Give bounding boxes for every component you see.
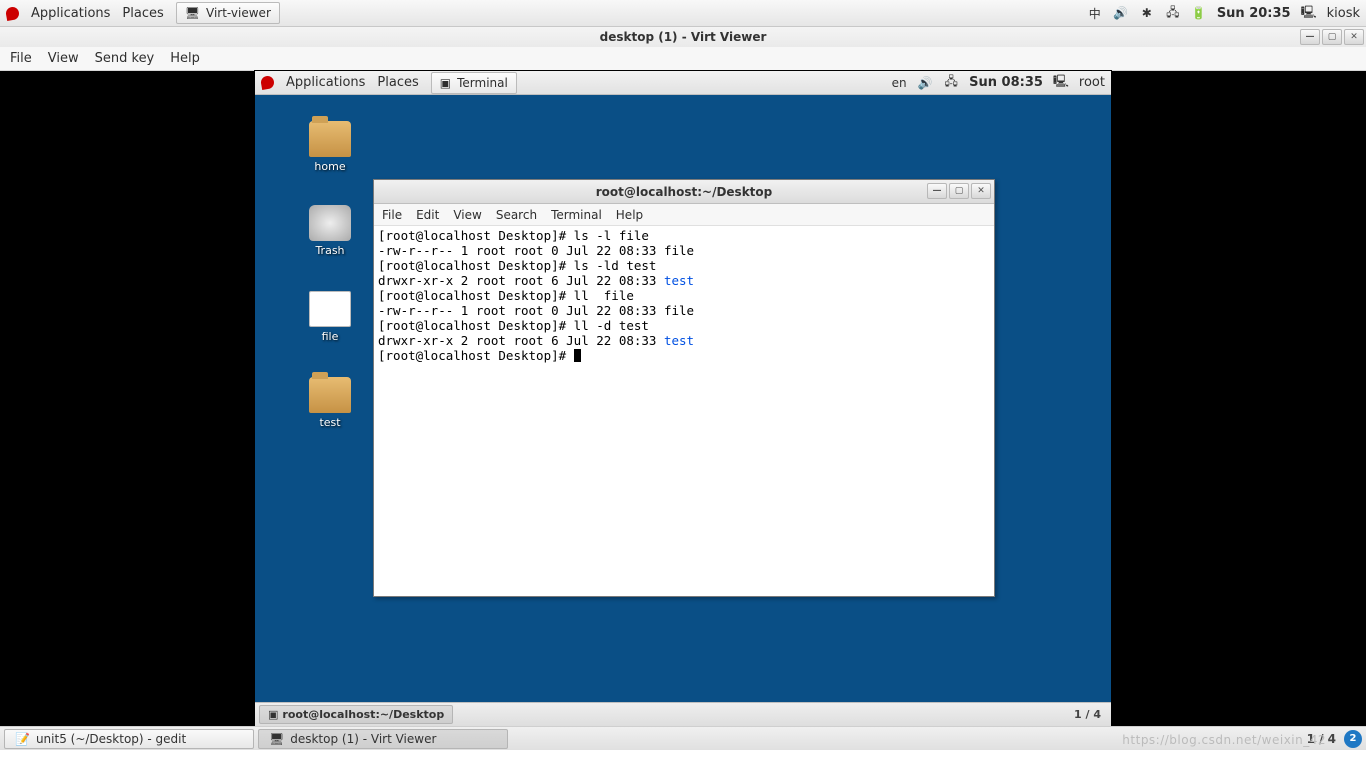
guest-viewport: Applications Places ▣ Terminal en 🔊 🖧 Su… (0, 71, 1366, 726)
guest-user-icon: 🖳 (1053, 75, 1069, 91)
guest-pager[interactable]: 1 / 4 (1074, 708, 1107, 721)
terminal-title: root@localhost:~/Desktop (596, 185, 773, 199)
user-icon: 🖳 (1301, 5, 1317, 21)
terminal-titlebar[interactable]: root@localhost:~/Desktop — ▢ ✕ (374, 180, 994, 204)
user-menu[interactable]: kiosk (1327, 6, 1360, 21)
vv-menu-help[interactable]: Help (170, 51, 200, 66)
host-top-panel: Applications Places 🖥 Virt-viewer 中 🔊 ✱ … (0, 0, 1366, 27)
vv-window-title: desktop (1) - Virt Viewer (600, 30, 767, 44)
vv-menu-view[interactable]: View (48, 51, 79, 66)
host-pager[interactable]: 1 / 4 (1307, 732, 1340, 746)
terminal-icon: ▣ (440, 76, 451, 90)
file-icon (309, 291, 351, 327)
terminal-window[interactable]: root@localhost:~/Desktop — ▢ ✕ File Edit… (373, 179, 995, 597)
guest-redhat-icon (260, 75, 275, 90)
desktop-icon-file[interactable]: file (300, 291, 360, 343)
guest-body[interactable]: home Trash file test root@localhost:~/De… (255, 95, 1111, 702)
guest-lang-indicator[interactable]: en (891, 75, 907, 91)
virt-viewer-icon: 🖥 (185, 6, 200, 20)
volume-icon[interactable]: 🔊 (1113, 5, 1129, 21)
guest-desktop[interactable]: Applications Places ▣ Terminal en 🔊 🖧 Su… (255, 71, 1111, 726)
icon-label: file (300, 330, 360, 343)
guest-active-app[interactable]: ▣ Terminal (431, 72, 517, 94)
icon-label: home (300, 160, 360, 173)
host-task-label: unit5 (~/Desktop) - gedit (36, 732, 186, 746)
guest-task-terminal[interactable]: ▣ root@localhost:~/Desktop (259, 705, 453, 724)
vv-window-titlebar: desktop (1) - Virt Viewer — ▢ ✕ (0, 27, 1366, 47)
watermark: https://blog.csdn.net/weixin_42 (1122, 733, 1326, 747)
terminal-close-button[interactable]: ✕ (971, 183, 991, 199)
host-taskbar: 📝 unit5 (~/Desktop) - gedit 🖥 desktop (1… (0, 726, 1366, 750)
vv-menu-file[interactable]: File (10, 51, 32, 66)
applications-menu[interactable]: Applications (31, 6, 110, 21)
guest-user-menu[interactable]: root (1079, 75, 1105, 90)
clock[interactable]: Sun 20:35 (1217, 6, 1291, 21)
host-task-label: desktop (1) - Virt Viewer (290, 732, 436, 746)
active-app-label: Virt-viewer (206, 6, 271, 20)
terminal-body[interactable]: [root@localhost Desktop]# ls -l file -rw… (374, 226, 994, 596)
icon-label: Trash (300, 244, 360, 257)
ime-indicator[interactable]: 中 (1087, 5, 1103, 21)
host-task-gedit[interactable]: 📝 unit5 (~/Desktop) - gedit (4, 729, 254, 749)
term-menu-terminal[interactable]: Terminal (551, 208, 602, 222)
terminal-icon: ▣ (268, 708, 278, 721)
folder-icon (309, 121, 351, 157)
guest-network-icon[interactable]: 🖧 (943, 75, 959, 91)
vv-menubar: File View Send key Help (0, 47, 1366, 71)
guest-taskbar: ▣ root@localhost:~/Desktop 1 / 4 (255, 702, 1111, 726)
battery-icon[interactable]: 🔋 (1191, 5, 1207, 21)
term-menu-view[interactable]: View (453, 208, 481, 222)
term-menu-help[interactable]: Help (616, 208, 643, 222)
term-menu-file[interactable]: File (382, 208, 402, 222)
host-task-virt-viewer[interactable]: 🖥 desktop (1) - Virt Viewer (258, 729, 508, 749)
maximize-button[interactable]: ▢ (1322, 29, 1342, 45)
active-app-indicator[interactable]: 🖥 Virt-viewer (176, 2, 280, 24)
guest-top-panel: Applications Places ▣ Terminal en 🔊 🖧 Su… (255, 71, 1111, 95)
guest-volume-icon[interactable]: 🔊 (917, 75, 933, 91)
redhat-icon (5, 5, 20, 20)
virt-viewer-icon: 🖥 (269, 732, 284, 746)
icon-label: test (300, 416, 360, 429)
trash-icon (309, 205, 351, 241)
vv-menu-sendkey[interactable]: Send key (95, 51, 155, 66)
desktop-icon-test[interactable]: test (300, 377, 360, 429)
terminal-maximize-button[interactable]: ▢ (949, 183, 969, 199)
folder-icon (309, 377, 351, 413)
guest-clock[interactable]: Sun 08:35 (969, 75, 1043, 90)
desktop-icon-trash[interactable]: Trash (300, 205, 360, 257)
places-menu[interactable]: Places (122, 6, 163, 21)
workspace-switcher-icon[interactable]: 2 (1344, 730, 1362, 748)
guest-task-label: root@localhost:~/Desktop (282, 708, 444, 721)
terminal-minimize-button[interactable]: — (927, 183, 947, 199)
guest-active-app-label: Terminal (457, 76, 508, 90)
close-button[interactable]: ✕ (1344, 29, 1364, 45)
guest-places-menu[interactable]: Places (377, 75, 418, 90)
guest-applications-menu[interactable]: Applications (286, 75, 365, 90)
minimize-button[interactable]: — (1300, 29, 1320, 45)
gedit-icon: 📝 (15, 732, 30, 746)
desktop-icon-home[interactable]: home (300, 121, 360, 173)
terminal-menubar: File Edit View Search Terminal Help (374, 204, 994, 226)
term-menu-search[interactable]: Search (496, 208, 537, 222)
network-icon[interactable]: 🖧 (1165, 5, 1181, 21)
term-menu-edit[interactable]: Edit (416, 208, 439, 222)
bluetooth-icon[interactable]: ✱ (1139, 5, 1155, 21)
